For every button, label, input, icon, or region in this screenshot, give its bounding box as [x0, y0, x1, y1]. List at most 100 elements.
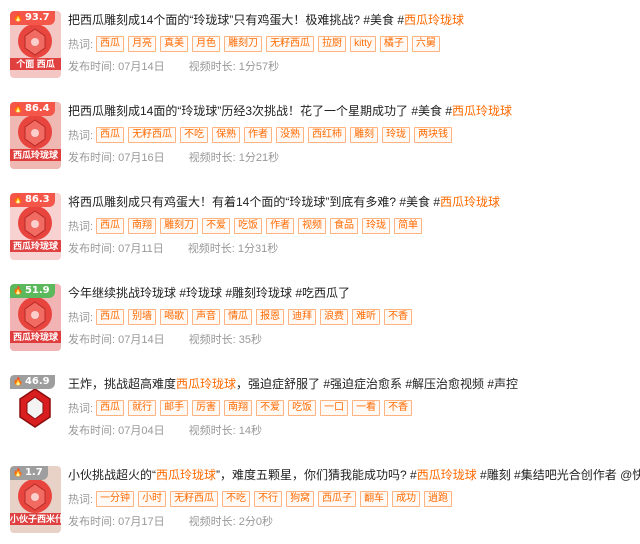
- hot-word-tag[interactable]: 浪费: [320, 309, 349, 325]
- hot-word-tag[interactable]: 西红柿: [308, 127, 347, 143]
- hot-word-tag[interactable]: 六舅: [411, 36, 440, 52]
- video-title[interactable]: 把西瓜雕刻成14个面的“玲珑球”只有鸡蛋大！极难挑战? #美食 #西瓜玲珑球: [68, 11, 640, 29]
- video-thumbnail[interactable]: 🔥 51.9 西瓜玲珑球: [10, 284, 61, 351]
- hot-word-tag[interactable]: 一分钟: [96, 491, 135, 507]
- hot-word-tag[interactable]: 玲珑: [382, 127, 411, 143]
- video-meta: 发布时间: 07月14日 视频时长: 1分57秒: [68, 59, 640, 75]
- video-list-item[interactable]: 🔥 93.7 个面 西瓜 把西瓜雕刻成14个面的“玲珑球”只有鸡蛋大！极难挑战? #美…: [0, 0, 640, 91]
- hot-word-tag[interactable]: 迪拜: [288, 309, 317, 325]
- hot-word-tag[interactable]: 月色: [192, 36, 221, 52]
- hot-word-tag[interactable]: 月亮: [128, 36, 157, 52]
- publish-time-label: 发布时间:: [68, 152, 116, 164]
- video-list-item[interactable]: 🔥 86.3 西瓜玲珑球 将西瓜雕刻成只有鸡蛋大！有着14个面的“玲珑球”到底有多难?…: [0, 182, 640, 273]
- video-list-item[interactable]: 🔥 51.9 西瓜玲珑球 今年继续挑战玲珑球 #玲珑球 #雕刻玲珑球 #吃西瓜了 热词:…: [0, 273, 640, 364]
- hot-word-tag[interactable]: 简单: [394, 218, 423, 234]
- hot-word-tag[interactable]: 报恩: [256, 309, 285, 325]
- hot-score-badge: 🔥 93.7: [10, 11, 55, 25]
- video-duration: 1分21秒: [238, 152, 280, 164]
- hot-word-tag[interactable]: 不行: [254, 491, 283, 507]
- hot-word-tag[interactable]: 无籽西瓜: [266, 36, 315, 52]
- hot-word-tag[interactable]: 不爱: [256, 400, 285, 416]
- publish-date: 07月04日: [118, 425, 165, 437]
- hot-word-tag[interactable]: 小时: [138, 491, 167, 507]
- hot-word-tag[interactable]: 两块钱: [414, 127, 453, 143]
- hot-word-tag[interactable]: 不吃: [180, 127, 209, 143]
- hot-word-tag[interactable]: 橘子: [379, 36, 408, 52]
- video-thumbnail[interactable]: 🔥 86.4 西瓜玲珑球: [10, 102, 61, 169]
- hot-word-tag[interactable]: 西瓜: [96, 309, 125, 325]
- hot-word-tag[interactable]: 没熟: [276, 127, 305, 143]
- hot-word-tag[interactable]: 不爱: [202, 218, 231, 234]
- hot-word-tag[interactable]: 作者: [244, 127, 273, 143]
- hot-word-tag[interactable]: 吃饭: [234, 218, 263, 234]
- video-meta: 发布时间: 07月11日 视频时长: 1分31秒: [68, 241, 640, 257]
- video-meta: 发布时间: 07月04日 视频时长: 14秒: [68, 423, 640, 439]
- duration-label: 视频时长:: [188, 516, 236, 528]
- hot-word-tag[interactable]: 作者: [266, 218, 295, 234]
- hot-word-tag[interactable]: 南翔: [128, 218, 157, 234]
- hot-word-tag[interactable]: 南翔: [224, 400, 253, 416]
- hot-word-tag[interactable]: 保熟: [212, 127, 241, 143]
- hot-word-tag[interactable]: 成功: [392, 491, 421, 507]
- hot-word-tag[interactable]: 西瓜: [96, 218, 125, 234]
- hot-word-tag[interactable]: 视频: [298, 218, 327, 234]
- hot-word-tag[interactable]: 食品: [330, 218, 359, 234]
- video-list-item[interactable]: 🔥1.7小伙子西米什么大家谢小伙挑战超火的“西瓜玲珑球”，难度五颗星，你们猜我能…: [0, 455, 640, 544]
- hot-words-label: 热词:: [68, 39, 94, 51]
- hot-word-tag[interactable]: 喝歌: [160, 309, 189, 325]
- hot-word-tag[interactable]: 西瓜子: [318, 491, 357, 507]
- hot-word-tag[interactable]: 逍跑: [424, 491, 453, 507]
- hot-score-value: 93.7: [24, 12, 50, 23]
- hot-word-tag[interactable]: 真美: [160, 36, 189, 52]
- hot-word-tag[interactable]: 雕刻刀: [160, 218, 199, 234]
- hot-word-tag[interactable]: 翻车: [360, 491, 389, 507]
- video-meta: 发布时间: 07月17日 视频时长: 2分0秒: [68, 514, 640, 530]
- video-title[interactable]: 将西瓜雕刻成只有鸡蛋大！有着14个面的“玲珑球”到底有多难? #美食 #西瓜玲珑…: [68, 193, 640, 211]
- hot-word-tag[interactable]: 一看: [352, 400, 381, 416]
- title-text: #雕刻 #集结吧光合创作者 @快手创作者学院(0403…: [480, 468, 640, 482]
- hot-word-tag[interactable]: 拉厨: [318, 36, 347, 52]
- duration-label: 视频时长:: [188, 61, 236, 73]
- hot-word-tag[interactable]: 西瓜: [96, 36, 125, 52]
- hot-word-tag[interactable]: 声音: [192, 309, 221, 325]
- video-title[interactable]: 小伙挑战超火的“西瓜玲珑球”，难度五颗星，你们猜我能成功吗? #西瓜玲珑球 #雕…: [68, 466, 640, 484]
- video-thumbnail[interactable]: 🔥 93.7 个面 西瓜: [10, 11, 61, 78]
- title-text: 王炸，挑战超高难度: [68, 377, 177, 391]
- hot-word-tag[interactable]: 厉害: [192, 400, 221, 416]
- hot-word-tag[interactable]: 情瓜: [224, 309, 253, 325]
- hot-word-tag[interactable]: 雕刻刀: [224, 36, 263, 52]
- hot-word-tag[interactable]: 就行: [128, 400, 157, 416]
- hot-word-tag[interactable]: 玲珑: [362, 218, 391, 234]
- publish-date: 07月16日: [118, 152, 165, 164]
- hot-word-tag[interactable]: 无籽西瓜: [170, 491, 219, 507]
- hot-word-tag[interactable]: 邮手: [160, 400, 189, 416]
- hot-word-tag[interactable]: 西瓜: [96, 127, 125, 143]
- thumbnail-caption: 西瓜玲珑球: [10, 240, 61, 252]
- hot-word-tag[interactable]: 无籽西瓜: [128, 127, 177, 143]
- hot-word-tag[interactable]: 一口: [320, 400, 349, 416]
- publish-time-label: 发布时间:: [68, 334, 116, 346]
- hot-word-tag[interactable]: 难听: [352, 309, 381, 325]
- hot-word-tag[interactable]: 雕刻: [350, 127, 379, 143]
- hot-word-tag[interactable]: kitty: [350, 36, 376, 52]
- video-list-item[interactable]: 🔥 86.4 西瓜玲珑球 把西瓜雕刻成14面的“玲珑球”历经3次挑战！花了一个星期成功…: [0, 91, 640, 182]
- video-list-item[interactable]: 🔥 46.9 王炸，挑战超高难度西瓜玲珑球，强迫症舒服了 #强迫症治愈系 #解压治愈…: [0, 364, 640, 455]
- hot-word-tag[interactable]: 西瓜: [96, 400, 125, 416]
- hot-words-label: 热词:: [68, 494, 94, 506]
- video-thumbnail[interactable]: 🔥 46.9: [10, 375, 61, 442]
- publish-date: 07月14日: [118, 61, 165, 73]
- hot-word-tag[interactable]: 不香: [384, 400, 413, 416]
- video-title[interactable]: 王炸，挑战超高难度西瓜玲珑球，强迫症舒服了 #强迫症治愈系 #解压治愈视频 #声…: [68, 375, 640, 393]
- flame-icon: 🔥: [13, 195, 23, 204]
- hot-word-tag[interactable]: 不香: [384, 309, 413, 325]
- video-thumbnail[interactable]: 🔥1.7 小伙子西米什么大家谢: [10, 466, 61, 533]
- video-thumbnail[interactable]: 🔥 86.3 西瓜玲珑球: [10, 193, 61, 260]
- hot-word-tag[interactable]: 吃饭: [288, 400, 317, 416]
- hot-word-tag[interactable]: 狗窝: [286, 491, 315, 507]
- hot-word-tag[interactable]: 不吃: [222, 491, 251, 507]
- video-title[interactable]: 把西瓜雕刻成14面的“玲珑球”历经3次挑战！花了一个星期成功了 #美食 #西瓜玲…: [68, 102, 640, 120]
- publish-date: 07月11日: [118, 243, 164, 255]
- video-title[interactable]: 今年继续挑战玲珑球 #玲珑球 #雕刻玲珑球 #吃西瓜了: [68, 284, 640, 302]
- flame-icon: 🔥: [13, 104, 23, 113]
- hot-word-tag[interactable]: 别墙: [128, 309, 157, 325]
